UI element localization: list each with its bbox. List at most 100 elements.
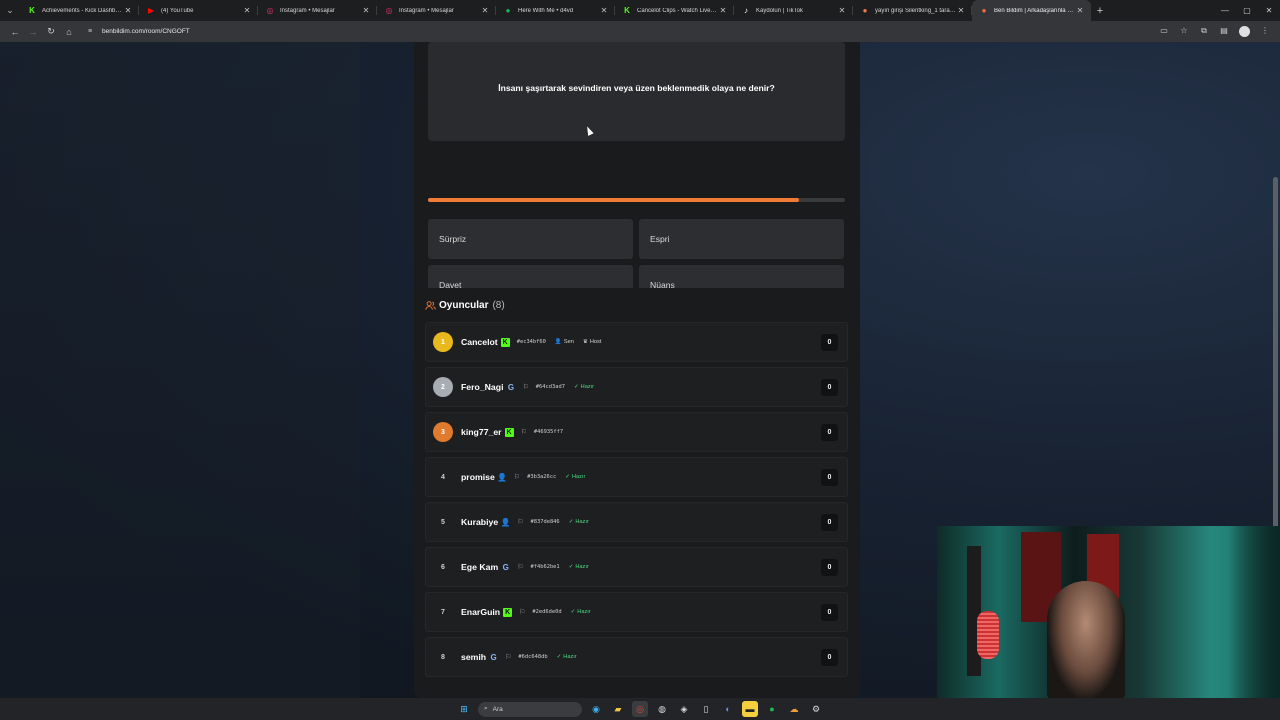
microphone bbox=[977, 611, 999, 659]
window-controls: — ▢ ✕ bbox=[1214, 6, 1280, 15]
start-icon[interactable]: ⊞ bbox=[456, 701, 472, 717]
player-id: #837de846 bbox=[530, 519, 560, 525]
player-status-text: Hazır bbox=[577, 609, 591, 615]
tab-close-icon[interactable]: ✕ bbox=[123, 6, 133, 15]
player-row: 4 promise 👤 ⚐ #3b3a26cc ✓ Hazır 0 bbox=[425, 457, 848, 497]
kick-player-icon[interactable]: ⚐ bbox=[517, 563, 523, 571]
tab-close-icon[interactable]: ✕ bbox=[718, 6, 728, 15]
answer-option-2[interactable]: Espri bbox=[639, 219, 844, 259]
background-shelf bbox=[1210, 526, 1280, 698]
tag-icon: ♛ bbox=[582, 339, 588, 345]
player-id: #f4b62be1 bbox=[530, 564, 560, 570]
forward-icon[interactable]: → bbox=[24, 27, 42, 37]
player-status-tag: ✓ Hazır bbox=[574, 384, 594, 390]
player-row: 8 semih G ⚐ #6dc648db ✓ Hazır 0 bbox=[425, 637, 848, 677]
kick-player-icon[interactable]: ⚐ bbox=[522, 383, 528, 391]
browser-tab[interactable]: ◎ Instagram • Mesajlar ✕ bbox=[377, 0, 496, 21]
tab-close-icon[interactable]: ✕ bbox=[837, 6, 847, 15]
chrome-icon[interactable]: ◎ bbox=[632, 701, 648, 717]
tab-title: Instagram • Mesajlar bbox=[280, 7, 335, 14]
browser-tab[interactable]: K Cancelot Clips - Watch Live on ✕ bbox=[615, 0, 734, 21]
taskbar-search-label: Ara bbox=[492, 705, 503, 713]
tab-favicon-icon: ♪ bbox=[744, 6, 748, 15]
tab-search-icon[interactable]: ⌄ bbox=[0, 0, 20, 21]
browser-tab[interactable]: ♪ Kaydolun | TikTok ✕ bbox=[734, 0, 853, 21]
players-card: Oyuncular (8) 1 Cancelot K #ec34bf60 👤 Sen ♛ Ho… bbox=[414, 288, 860, 698]
edge-icon[interactable]: ◉ bbox=[588, 701, 604, 717]
home-icon[interactable]: ⌂ bbox=[60, 27, 78, 37]
google-provider-icon: G bbox=[490, 652, 497, 662]
spotify-icon[interactable]: ● bbox=[764, 701, 780, 717]
file-explorer-icon[interactable]: ▰ bbox=[610, 701, 626, 717]
minimize-icon[interactable]: — bbox=[1214, 6, 1236, 15]
google-provider-icon: G bbox=[507, 382, 515, 392]
taskbar-search[interactable]: ⌕ Ara bbox=[478, 701, 582, 717]
question-card: İnsanı şaşırtarak sevindiren veya üzen b… bbox=[414, 42, 860, 319]
player-name: semih bbox=[461, 652, 487, 662]
kick-player-icon[interactable]: ⚐ bbox=[517, 518, 523, 526]
player-row: 6 Ege Kam G ⚐ #f4b62be1 ✓ Hazır 0 bbox=[425, 547, 848, 587]
back-icon[interactable]: ← bbox=[6, 27, 24, 37]
menu-dots-icon[interactable]: ⋮ bbox=[1256, 26, 1274, 37]
address-bar[interactable]: ≡ benbildim.com/room/CNGOFT bbox=[84, 24, 1149, 39]
player-id: #64cd3ad7 bbox=[535, 384, 565, 390]
browser-tab[interactable]: ● yayın girişi Silentking_1 tarafınd ✕ bbox=[853, 0, 972, 21]
cloud-app-icon[interactable]: ☁ bbox=[786, 701, 802, 717]
settings-icon[interactable]: ⚙ bbox=[808, 701, 824, 717]
guest-provider-icon: 👤 bbox=[500, 517, 511, 527]
sticky-notes-icon[interactable]: ▬ bbox=[742, 701, 758, 717]
tab-close-icon[interactable]: ✕ bbox=[361, 6, 371, 15]
profile-avatar[interactable] bbox=[1239, 26, 1250, 37]
kick-player-icon[interactable]: ⚐ bbox=[505, 653, 511, 661]
reload-icon[interactable]: ↻ bbox=[42, 26, 60, 37]
player-status-tag: ✓ Hazır bbox=[557, 654, 577, 660]
player-id: #46935ff7 bbox=[533, 429, 564, 435]
page-scrollbar[interactable] bbox=[1273, 177, 1278, 557]
player-rank-badge: 3 bbox=[433, 422, 453, 442]
question-box: İnsanı şaşırtarak sevindiren veya üzen b… bbox=[428, 42, 845, 141]
browser-tab[interactable]: ● Here With Me • d4vd ✕ bbox=[496, 0, 615, 21]
kick-player-icon[interactable]: ⚐ bbox=[514, 473, 520, 481]
tab-close-icon[interactable]: ✕ bbox=[956, 6, 966, 15]
kick-player-icon[interactable]: ⚐ bbox=[519, 608, 525, 616]
new-tab-button[interactable]: + bbox=[1091, 5, 1109, 17]
kick-player-icon[interactable]: ⚐ bbox=[521, 428, 527, 436]
timer-bar-fill bbox=[428, 198, 800, 202]
player-name: Fero_Nagi bbox=[461, 382, 504, 392]
bookmark-star-icon[interactable]: ☆ bbox=[1175, 26, 1193, 37]
player-status-tag: ✓ Hazır bbox=[571, 609, 591, 615]
tab-favicon-icon: ◎ bbox=[266, 6, 274, 15]
discord-icon[interactable]: ◐ bbox=[720, 701, 736, 717]
notepad-icon[interactable]: ▯ bbox=[698, 701, 714, 717]
check-circle-icon: ✓ bbox=[568, 519, 574, 525]
maximize-icon[interactable]: ▢ bbox=[1236, 6, 1258, 15]
browser-tab[interactable]: ◎ Instagram • Mesajlar ✕ bbox=[258, 0, 377, 21]
browser-tab[interactable]: ▶ (4) YouTube ✕ bbox=[139, 0, 258, 21]
player-id: #2ed6de0d bbox=[532, 609, 562, 615]
extensions-icon[interactable]: ⧉ bbox=[1195, 26, 1213, 37]
close-window-icon[interactable]: ✕ bbox=[1258, 6, 1280, 15]
answer-option-1[interactable]: Sürpriz bbox=[428, 219, 633, 259]
cast-icon[interactable]: ▭ bbox=[1155, 26, 1173, 37]
player-name: king77_er bbox=[461, 427, 502, 437]
tab-list: K Achievements - Kick Dashboard ✕ ▶ (4) YouT… bbox=[20, 0, 1091, 21]
browser-tab[interactable]: ● Ben Bildim | Arkadaşlarınla Onli ✕ bbox=[972, 0, 1091, 21]
player-name: EnarGuin bbox=[461, 607, 501, 617]
tab-close-icon[interactable]: ✕ bbox=[480, 6, 490, 15]
tab-close-icon[interactable]: ✕ bbox=[242, 6, 252, 15]
tab-favicon-icon: K bbox=[624, 6, 630, 15]
obs-icon[interactable]: ◍ bbox=[654, 701, 670, 717]
player-status-tag: ✓ Hazır bbox=[569, 564, 589, 570]
tab-title: Here With Me • d4vd bbox=[518, 7, 574, 14]
player-status-text: Hazır bbox=[575, 564, 589, 570]
tab-close-icon[interactable]: ✕ bbox=[599, 6, 609, 15]
player-score: 0 bbox=[821, 469, 838, 486]
player-rank-badge: 8 bbox=[441, 653, 445, 661]
site-info-icon[interactable]: ≡ bbox=[88, 28, 98, 35]
sidebar-icon[interactable]: ▤ bbox=[1215, 26, 1233, 37]
tab-close-icon[interactable]: ✕ bbox=[1075, 6, 1085, 15]
browser-tab[interactable]: K Achievements - Kick Dashboard ✕ bbox=[20, 0, 139, 21]
tab-favicon-icon: ● bbox=[505, 6, 511, 15]
app-icon[interactable]: ◈ bbox=[676, 701, 692, 717]
tab-title: Achievements - Kick Dashboard bbox=[42, 7, 123, 14]
